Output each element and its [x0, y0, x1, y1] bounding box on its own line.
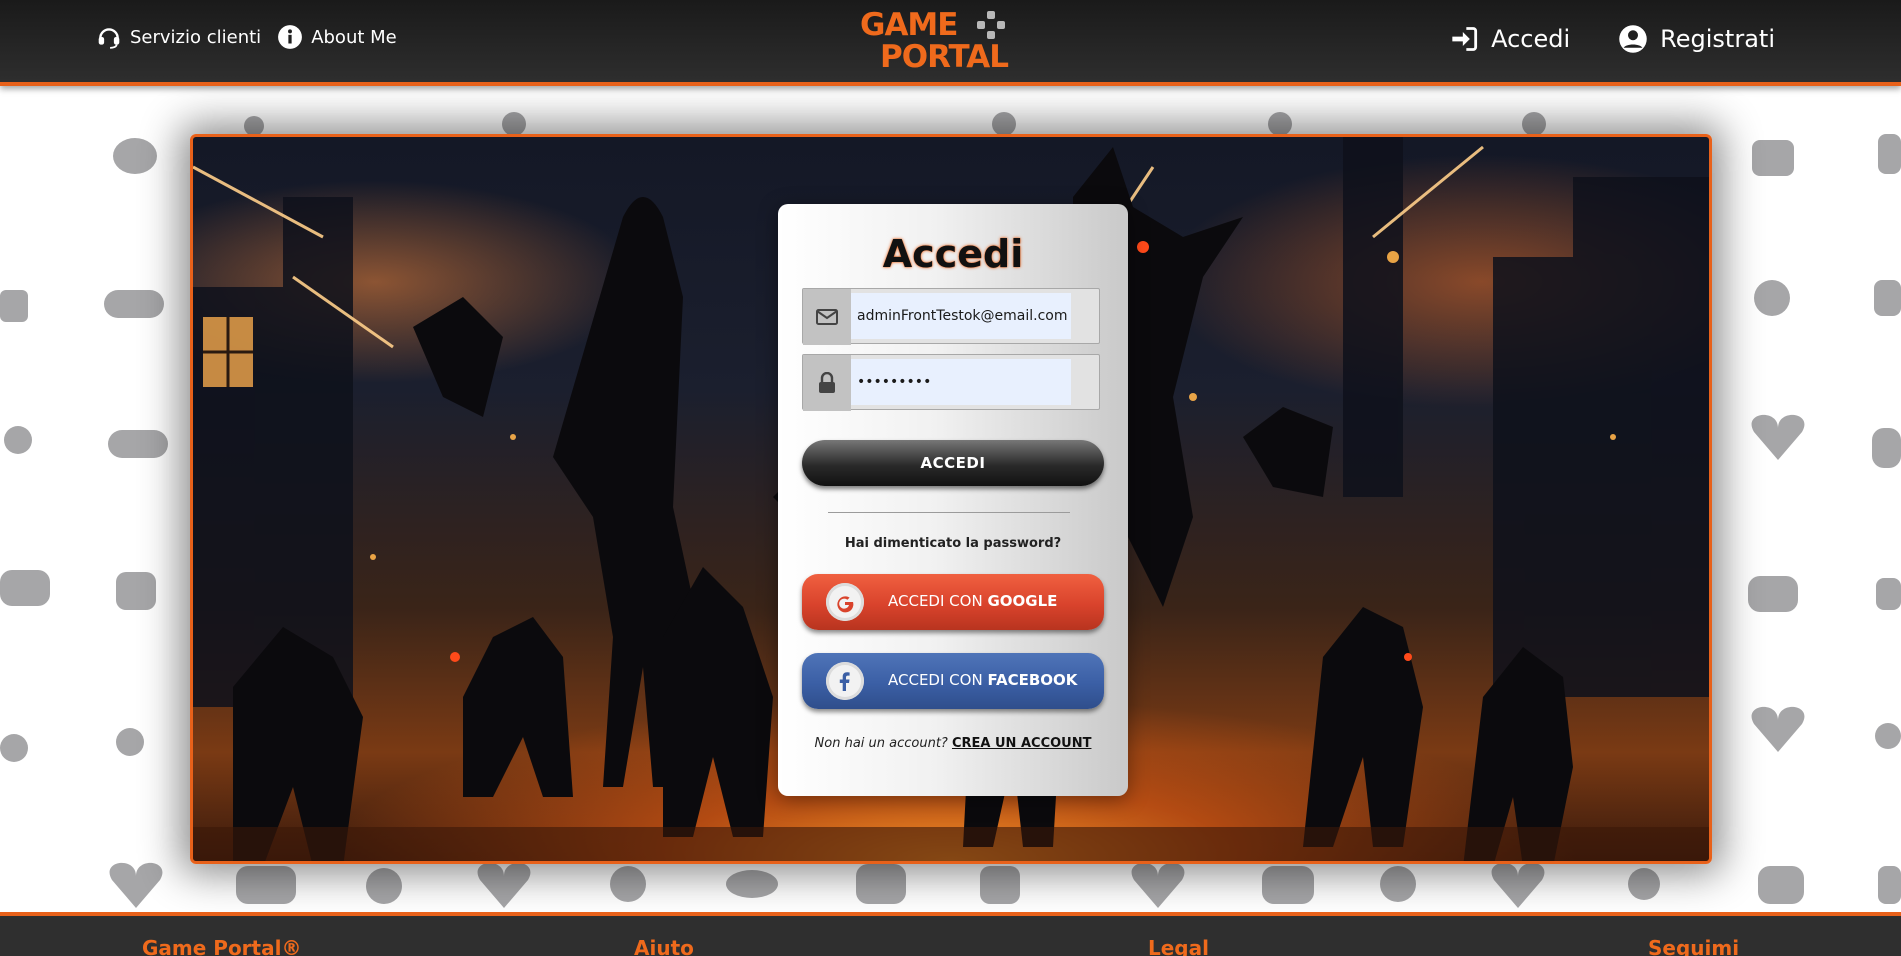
login-facebook-button[interactable]: ACCEDI CON FACEBOOK — [802, 653, 1104, 709]
nav-customer-service-label: Servizio clienti — [130, 26, 262, 48]
email-input[interactable] — [851, 293, 1071, 339]
login-submit-button[interactable]: ACCEDI — [802, 440, 1104, 486]
footer-heading-seguimi: Seguimi — [1648, 936, 1740, 956]
login-title: Accedi — [882, 232, 1024, 276]
footer-heading-game-portal: Game Portal® — [142, 936, 302, 956]
lock-icon — [803, 355, 851, 411]
nav-register-label: Registrati — [1660, 25, 1775, 53]
login-google-button[interactable]: ACCEDI CON GOOGLE — [802, 574, 1104, 630]
create-account-link[interactable]: CREA UN ACCOUNT — [952, 736, 1091, 751]
user-circle-icon — [1619, 25, 1647, 53]
forgot-password-link[interactable]: Hai dimenticato la password? — [778, 536, 1128, 551]
sign-in-icon — [1452, 27, 1478, 51]
footer-heading-aiuto: Aiuto — [634, 936, 694, 956]
login-facebook-label: ACCEDI CON FACEBOOK — [888, 671, 1078, 689]
facebook-icon — [826, 662, 864, 700]
logo-text-portal: PORTAL — [880, 39, 1009, 75]
login-google-label: ACCEDI CON GOOGLE — [888, 592, 1058, 610]
nav-right: Accedi Registrati — [1449, 24, 1775, 54]
game-portal-logo[interactable]: GAME PORTAL — [860, 6, 1020, 76]
nav-customer-service[interactable]: Servizio clienti — [96, 24, 261, 50]
headset-icon — [98, 28, 120, 49]
nav-about-me-label: About Me — [311, 26, 397, 48]
logo-text-game: GAME — [860, 7, 958, 43]
nav-login-label: Accedi — [1491, 25, 1571, 53]
signup-question: Non hai un account? — [814, 736, 948, 751]
info-icon — [278, 25, 303, 49]
nav-register[interactable]: Registrati — [1618, 24, 1775, 54]
email-field-group — [802, 288, 1100, 345]
google-icon — [826, 583, 864, 621]
signup-prompt: Non hai un account? CREA UN ACCOUNT — [778, 736, 1128, 751]
nav-about-me[interactable]: About Me — [277, 24, 397, 50]
divider — [828, 512, 1070, 513]
gamepad-cross-icon — [977, 11, 1005, 39]
envelope-icon — [803, 289, 851, 345]
nav-login[interactable]: Accedi — [1449, 25, 1570, 53]
footer: Game Portal® Aiuto Legal Seguimi — [0, 912, 1901, 956]
footer-heading-legal: Legal — [1148, 936, 1209, 956]
top-navbar: Servizio clienti About Me GAME PORTAL Ac… — [0, 0, 1901, 86]
password-input[interactable] — [851, 359, 1071, 405]
login-card: Accedi ACCEDI Hai dimenticato la passwor… — [778, 204, 1128, 796]
nav-left: Servizio clienti About Me — [96, 24, 397, 50]
password-field-group — [802, 354, 1100, 411]
